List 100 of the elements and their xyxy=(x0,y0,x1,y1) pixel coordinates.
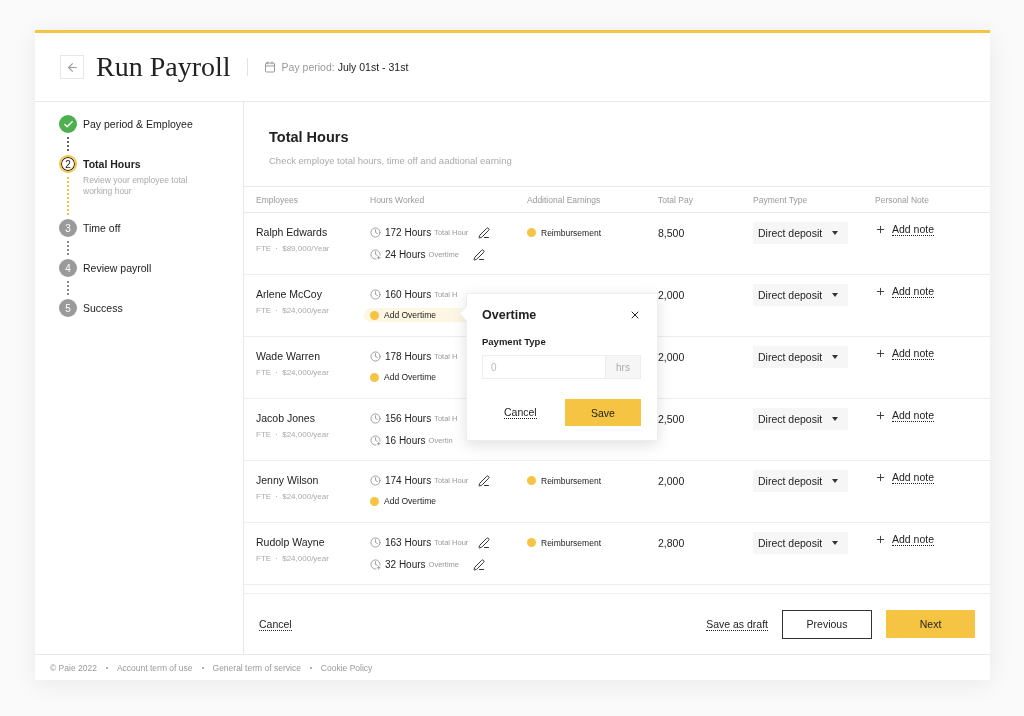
save-button[interactable]: Save xyxy=(565,399,641,426)
add-note-link[interactable]: Add note xyxy=(892,471,935,484)
payment-type-select[interactable]: Direct deposit xyxy=(753,408,848,430)
add-note-link[interactable]: Add note xyxy=(892,223,935,236)
earning-label: Reimbursement xyxy=(541,537,601,548)
hours-value: 156 Hours xyxy=(385,413,432,424)
previous-button[interactable]: Previous xyxy=(782,609,872,639)
step-number: 4 xyxy=(59,259,77,277)
cancel-button[interactable]: Cancel xyxy=(504,406,537,419)
section-title: Total Hours xyxy=(269,129,350,145)
hours-value: 172 Hours xyxy=(385,227,432,238)
hours-value: 24 Hours xyxy=(385,249,426,260)
clock-icon xyxy=(370,289,381,300)
payment-type-select[interactable]: Direct deposit xyxy=(753,470,848,492)
step-label[interactable]: Pay period & Employee xyxy=(83,115,243,133)
cancel-button[interactable]: Cancel xyxy=(259,617,292,631)
close-button[interactable] xyxy=(629,309,641,321)
save-draft-button[interactable]: Save as draft xyxy=(706,617,768,631)
employee-name: Arlene McCoy xyxy=(256,288,323,300)
employee-name: Wade Warren xyxy=(256,350,321,362)
add-overtime-button[interactable]: Add Overtime xyxy=(364,494,527,508)
column-header: Total Pay xyxy=(658,194,694,205)
payment-type-select[interactable]: Direct deposit xyxy=(753,346,848,368)
step-number: 3 xyxy=(59,219,77,237)
caret-icon xyxy=(832,479,839,483)
plus-icon xyxy=(875,286,886,297)
column-header: Payment Type xyxy=(753,194,809,205)
hours-value: 178 Hours xyxy=(385,351,432,362)
hours-value: 174 Hours xyxy=(385,475,432,486)
caret-icon xyxy=(832,293,839,297)
clock-icon xyxy=(370,475,381,486)
field-label: Payment Type xyxy=(482,336,547,347)
step-label[interactable]: Success xyxy=(83,299,243,317)
hours-value: 163 Hours xyxy=(385,537,432,548)
clock-icon xyxy=(370,249,381,260)
clock-icon xyxy=(370,559,381,570)
employee-meta: FTE · $24,000/year xyxy=(256,430,330,439)
copyright-text: © Paie 2022 xyxy=(50,662,97,673)
employee-name: Jenny Wilson xyxy=(256,474,320,486)
payment-type-select[interactable]: Direct deposit xyxy=(753,284,848,306)
hours-value: 16 Hours xyxy=(385,435,426,446)
next-button[interactable]: Next xyxy=(886,610,975,638)
edit-icon[interactable] xyxy=(472,558,485,571)
plus-icon xyxy=(875,224,886,235)
step-label[interactable]: Time off xyxy=(83,219,243,237)
plus-icon xyxy=(875,348,886,359)
edit-icon[interactable] xyxy=(478,226,491,239)
step-label[interactable]: Review payroll xyxy=(83,259,243,277)
add-note-link[interactable]: Add note xyxy=(892,533,935,546)
employee-meta: FTE · $24,000/year xyxy=(256,554,330,563)
total-pay: 2,000 xyxy=(658,473,686,489)
edit-icon[interactable] xyxy=(478,536,491,549)
employee-meta: FTE · $89,000/Year xyxy=(256,244,331,253)
hours-value: 32 Hours xyxy=(385,559,426,570)
clock-icon xyxy=(370,413,381,424)
total-pay: 2,000 xyxy=(658,287,686,303)
column-header: Additional Earnings xyxy=(527,194,602,205)
clock-icon xyxy=(370,435,381,446)
add-note-link[interactable]: Add note xyxy=(892,409,935,422)
edit-icon[interactable] xyxy=(478,474,491,487)
total-pay: 2,000 xyxy=(658,349,686,365)
plus-icon xyxy=(875,534,886,545)
column-header: Employees xyxy=(256,194,300,205)
back-arrow-icon xyxy=(65,60,79,74)
back-button[interactable] xyxy=(60,55,84,79)
plus-icon xyxy=(875,410,886,421)
edit-icon[interactable] xyxy=(472,248,485,261)
caret-icon xyxy=(832,417,839,421)
step-number: 2 xyxy=(59,155,77,173)
column-header: Personal Note xyxy=(875,194,930,205)
total-pay: 2,800 xyxy=(658,535,686,551)
employee-name: Ralph Edwards xyxy=(256,226,329,238)
hours-input-field[interactable]: 0 xyxy=(482,355,605,379)
unit-label: hrs xyxy=(605,355,641,379)
column-header: Hours Worked xyxy=(370,194,426,205)
plus-icon xyxy=(875,472,886,483)
calendar-icon xyxy=(263,61,276,73)
employee-name: Jacob Jones xyxy=(256,412,316,424)
earning-label: Reimbursement xyxy=(541,475,601,486)
step-label[interactable]: Total Hours xyxy=(83,155,243,173)
employee-name: Rudolp Wayne xyxy=(256,536,326,548)
period-value: July 01st - 31st xyxy=(337,61,409,73)
total-pay: 2,500 xyxy=(658,411,686,427)
page-title: Run Payroll xyxy=(96,51,231,83)
clock-icon xyxy=(370,351,381,362)
section-subtitle: Check employe total hours, time off and aadtional earning xyxy=(269,155,513,166)
step-description: Review your employee total working hour xyxy=(83,175,189,197)
period-label: Pay period: xyxy=(281,61,335,73)
step-number: 5 xyxy=(59,299,77,317)
total-pay: 8,500 xyxy=(658,225,686,241)
add-note-link[interactable]: Add note xyxy=(892,347,935,360)
caret-icon xyxy=(832,231,839,235)
add-note-link[interactable]: Add note xyxy=(892,285,935,298)
employee-meta: FTE · $24,000/year xyxy=(256,306,330,315)
clock-icon xyxy=(370,537,381,548)
payment-type-select[interactable]: Direct deposit xyxy=(753,532,848,554)
clock-icon xyxy=(370,227,381,238)
payment-type-select[interactable]: Direct deposit xyxy=(753,222,848,244)
caret-icon xyxy=(832,541,839,545)
employee-meta: FTE · $24,000/year xyxy=(256,492,330,501)
